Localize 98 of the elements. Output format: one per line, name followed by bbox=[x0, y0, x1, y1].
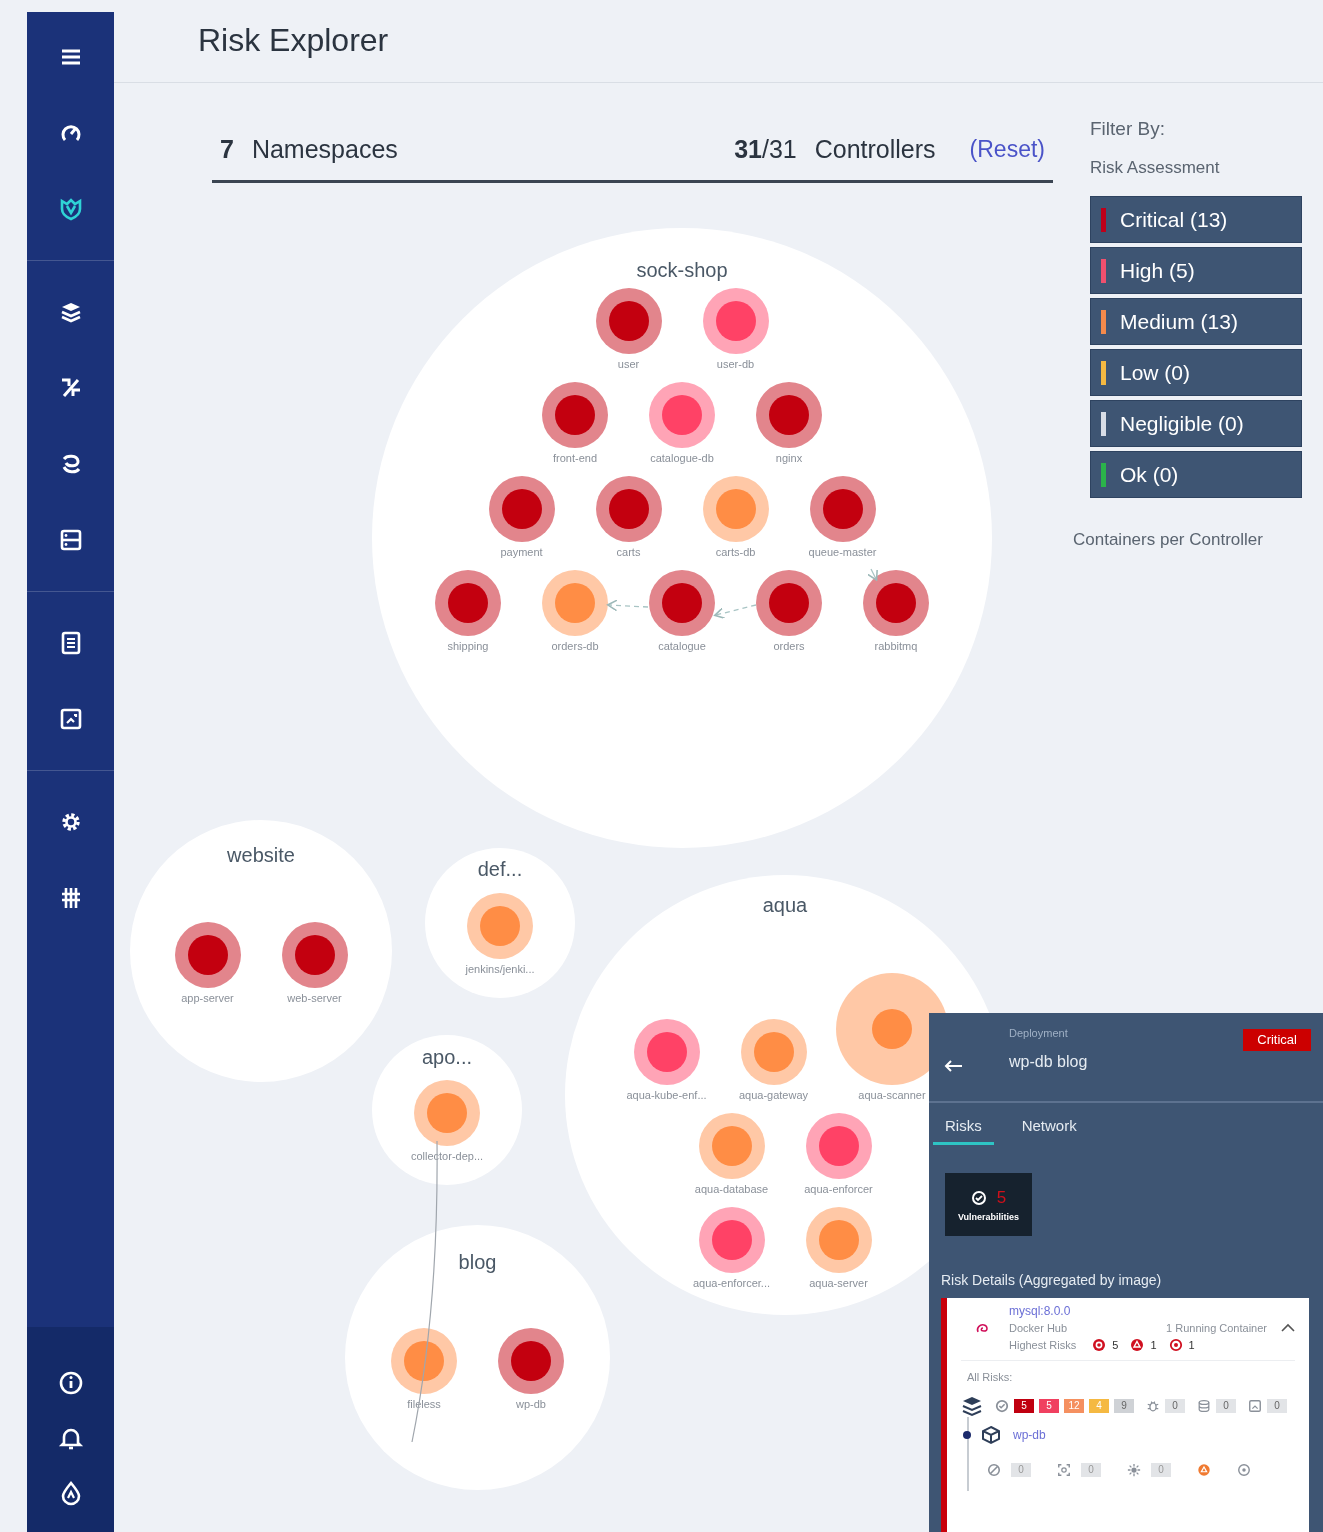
detail-title: wp-db blog bbox=[1009, 1053, 1088, 1071]
node-label: user bbox=[617, 358, 640, 370]
namespace-title: apo... bbox=[421, 1045, 472, 1069]
vulnerability-icon bbox=[1092, 1338, 1107, 1352]
node-label: user-db bbox=[716, 358, 755, 370]
all-risks-label: All Risks: bbox=[967, 1371, 1014, 1383]
container-count: 1 Running Container bbox=[1166, 1322, 1267, 1334]
risk-filter-button[interactable]: Medium (13) bbox=[1090, 298, 1302, 345]
tab[interactable]: Network bbox=[1009, 1115, 1089, 1145]
chevron-icon[interactable] bbox=[1281, 1323, 1295, 1333]
bug-icon bbox=[1146, 1399, 1160, 1413]
target-icon bbox=[1237, 1463, 1251, 1477]
warning-icon bbox=[1197, 1463, 1211, 1477]
filter-subtitle: Risk Assessment bbox=[1090, 158, 1221, 178]
namespace-title: aqua bbox=[762, 893, 808, 917]
node-label: payment bbox=[500, 546, 543, 558]
node-label: aqua-kube-enf... bbox=[626, 1089, 707, 1101]
node-label: catalogue-db bbox=[650, 452, 714, 464]
node-label: app-server bbox=[181, 992, 234, 1004]
namespace-count: 7 bbox=[220, 134, 234, 164]
node-label: wp-db bbox=[516, 1398, 546, 1410]
size-legend-label: Containers per Controller bbox=[1073, 530, 1264, 550]
node-label: aqua-enforcer bbox=[804, 1183, 873, 1195]
filter-title: Filter By: bbox=[1090, 118, 1166, 140]
controllers-count: 31/31 bbox=[734, 134, 797, 164]
node-label: queue-master bbox=[808, 546, 877, 558]
node-label: aqua-enforcer... bbox=[692, 1277, 771, 1289]
node-label: rabbitmq bbox=[874, 640, 918, 652]
blocked-icon bbox=[987, 1463, 1001, 1477]
risk-filter-button[interactable]: High (5) bbox=[1090, 247, 1302, 294]
node-label: orders-db bbox=[551, 640, 599, 652]
image-icon bbox=[1248, 1399, 1262, 1413]
node-label: carts bbox=[616, 546, 641, 558]
risk-filter-button[interactable]: Ok (0) bbox=[1090, 451, 1302, 498]
node-label: aqua-database bbox=[694, 1183, 769, 1195]
node-label: web-server bbox=[287, 992, 342, 1004]
node-label: jenkins/jenki... bbox=[465, 963, 535, 975]
count-chip: 0 bbox=[1151, 1463, 1171, 1477]
node-label: catalogue bbox=[658, 640, 706, 652]
tab[interactable]: Risks bbox=[933, 1115, 994, 1145]
node-label: nginx bbox=[775, 452, 803, 464]
risk-count: 5 bbox=[1112, 1339, 1119, 1351]
risk-filter-button[interactable]: Critical (13) bbox=[1090, 196, 1302, 243]
tree-node-dot bbox=[963, 1431, 971, 1439]
count-chip: 5 bbox=[1039, 1399, 1059, 1413]
connector-arrow bbox=[713, 604, 757, 619]
registry-label: Docker Hub bbox=[1009, 1322, 1068, 1334]
highest-risks-label: Highest Risks bbox=[1009, 1339, 1077, 1351]
shield-check-icon bbox=[970, 1189, 987, 1206]
page-title: Risk Explorer bbox=[198, 21, 389, 59]
count-chip: 0 bbox=[1081, 1463, 1101, 1477]
node-label: collector-dep... bbox=[410, 1150, 484, 1162]
detail-type-label: Deployment bbox=[1009, 1027, 1069, 1039]
count-chip: 0 bbox=[1267, 1399, 1287, 1413]
count-chip: 0 bbox=[1011, 1463, 1031, 1477]
risk-count: 1 bbox=[1150, 1339, 1157, 1351]
node-label: aqua-gateway bbox=[738, 1089, 809, 1101]
container-link[interactable]: wp-db bbox=[1013, 1428, 1046, 1442]
controllers-label: Controllers bbox=[814, 134, 936, 164]
sun-icon bbox=[1127, 1463, 1141, 1477]
scan-icon bbox=[1057, 1463, 1071, 1477]
namespace-title: sock-shop bbox=[636, 258, 728, 282]
count-chip: 0 bbox=[1165, 1399, 1185, 1413]
risk-filter-button[interactable]: Negligible (0) bbox=[1090, 400, 1302, 447]
connector-arrow bbox=[606, 599, 649, 612]
node-label: aqua-server bbox=[809, 1277, 868, 1289]
count-chip: 12 bbox=[1064, 1399, 1084, 1413]
connector-arrow bbox=[867, 568, 878, 581]
namespace-title: def... bbox=[477, 857, 523, 881]
node-label: shipping bbox=[447, 640, 489, 652]
node-label: fileless bbox=[407, 1398, 441, 1410]
risk-count: 1 bbox=[1188, 1339, 1195, 1351]
node-label: orders bbox=[773, 640, 805, 652]
layers-icon bbox=[961, 1395, 983, 1417]
namespaces-label: Namespaces bbox=[251, 134, 398, 164]
node-label: front-end bbox=[553, 452, 597, 464]
tile-label: Vulnerabilities bbox=[957, 1211, 1020, 1222]
target-icon bbox=[1168, 1338, 1183, 1352]
risk-filter-button[interactable]: Low (0) bbox=[1090, 349, 1302, 396]
namespace-title: blog bbox=[458, 1250, 497, 1274]
image-link[interactable]: mysql:8.0.0 bbox=[1009, 1304, 1295, 1318]
count-chip: 4 bbox=[1089, 1399, 1109, 1413]
info-icon[interactable] bbox=[57, 1369, 84, 1396]
cube-icon bbox=[981, 1425, 1001, 1445]
tile-value: 5 bbox=[996, 1187, 1007, 1208]
database-icon bbox=[1197, 1399, 1211, 1413]
namespace-title: website bbox=[227, 843, 295, 867]
warning-icon bbox=[1130, 1338, 1145, 1352]
risk-badge: Critical bbox=[1243, 1029, 1311, 1051]
shield-check-icon bbox=[995, 1399, 1009, 1413]
count-chip: 0 bbox=[1216, 1399, 1236, 1413]
node-label: aqua-scanner bbox=[858, 1089, 926, 1101]
count-chip: 9 bbox=[1114, 1399, 1134, 1413]
vulnerabilities-tile[interactable]: 5 Vulnerabilities bbox=[945, 1173, 1032, 1236]
count-chip: 5 bbox=[1014, 1399, 1034, 1413]
section-title: Risk Details (Aggregated by image) bbox=[941, 1272, 1163, 1288]
reset-link[interactable]: (Reset) bbox=[969, 135, 1045, 163]
node-label: carts-db bbox=[715, 546, 756, 558]
